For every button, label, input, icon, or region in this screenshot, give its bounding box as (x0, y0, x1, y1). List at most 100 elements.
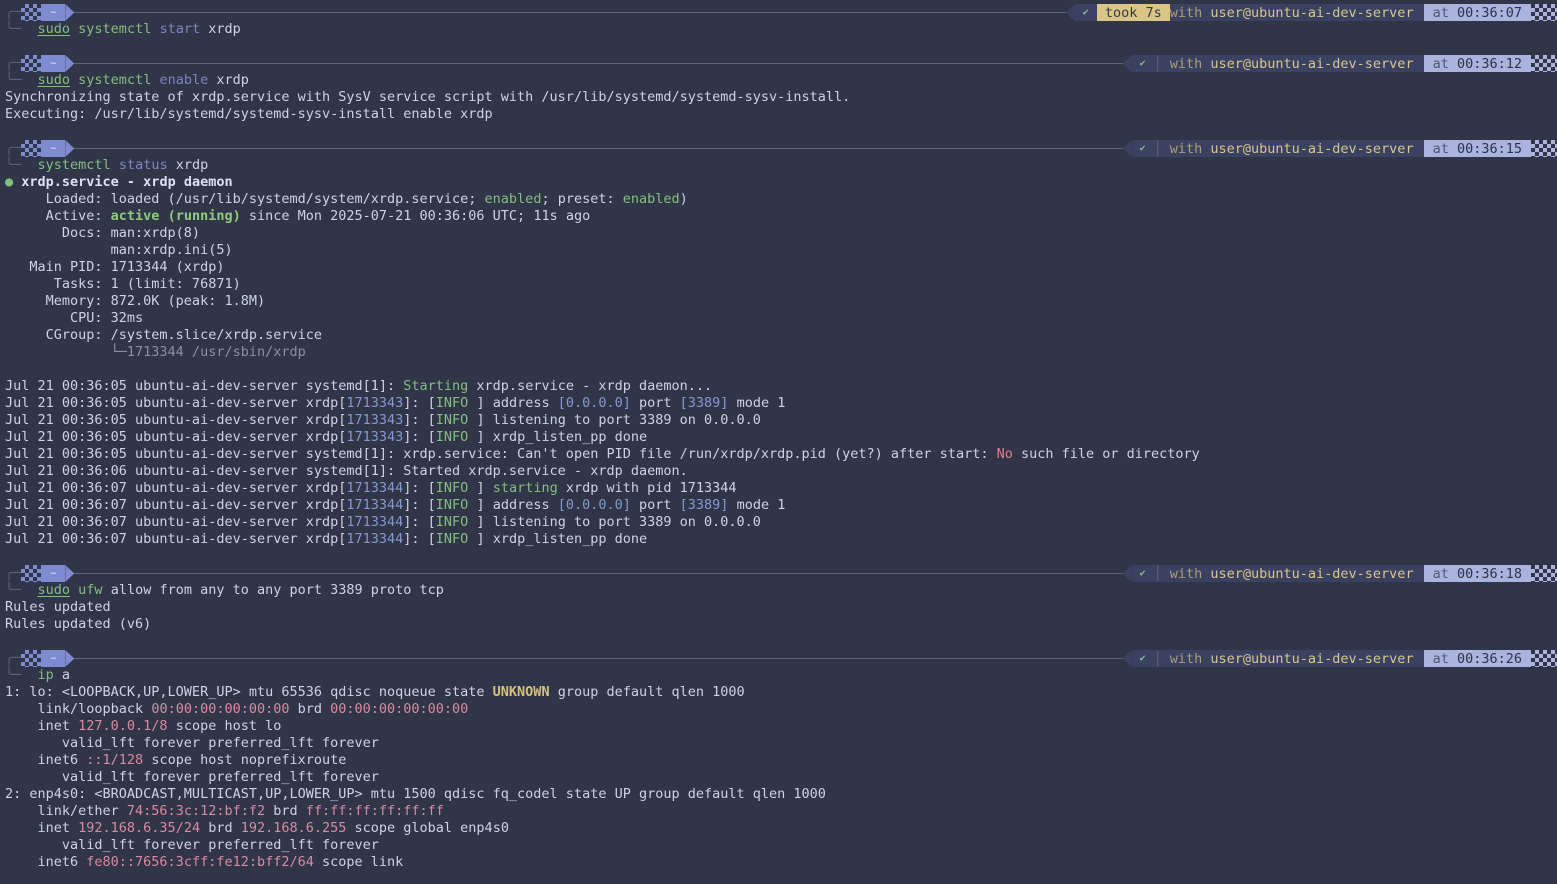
prompt-line: ╭─ ~ ✔took 7swith user@ubuntu-ai-dev-serve… (5, 4, 1557, 21)
command-segment: a (54, 667, 70, 683)
time-prefix-label: at (1433, 56, 1457, 72)
blank-line (5, 548, 1557, 565)
output-line: link/ether 74:56:3c:12:bf:f2 brd ff:ff:f… (5, 803, 1557, 820)
output-line: Memory: 872.0K (peak: 1.8M) (5, 293, 1557, 310)
cwd-segment[interactable]: ~ (41, 140, 65, 157)
prompt-frame-top: ╭─ (5, 650, 21, 667)
output-segment: Jul 21 00:36:06 ubuntu-ai-dev-server sys… (5, 463, 688, 479)
output-segment: Jul 21 00:36:05 ubuntu-ai-dev-server sys… (5, 378, 403, 394)
command-line[interactable]: ╰─ sudo systemctl enable xrdp (5, 72, 1557, 89)
prompt-frame-top: ╭─ (5, 4, 21, 21)
prompt-frame-bottom: ╰─ (5, 157, 38, 173)
user-host-label: user@ubuntu-ai-dev-server (1210, 5, 1413, 21)
output-segment: INFO (436, 480, 469, 496)
cwd-arrow-icon (65, 650, 74, 667)
user-host-label: user@ubuntu-ai-dev-server (1210, 141, 1413, 157)
prompt-frame-top: ╭─ (5, 140, 21, 157)
output-line: Jul 21 00:36:07 ubuntu-ai-dev-server xrd… (5, 514, 1557, 531)
context-label: with (1170, 651, 1211, 667)
output-segment: ]: [ (403, 412, 436, 428)
output-line: link/loopback 00:00:00:00:00:00 brd 00:0… (5, 701, 1557, 718)
output-segment: Jul 21 00:36:05 ubuntu-ai-dev-server xrd… (5, 412, 346, 428)
cwd-gradient (21, 650, 41, 667)
output-segment: ) (680, 191, 688, 207)
output-segment: ]: [ (403, 480, 436, 496)
cwd-segment[interactable]: ~ (41, 650, 65, 667)
context-label: with (1170, 5, 1211, 21)
user-host-label: user@ubuntu-ai-dev-server (1210, 56, 1413, 72)
output-segment: [3389] (680, 395, 729, 411)
output-line: Jul 21 00:36:05 ubuntu-ai-dev-server xrd… (5, 429, 1557, 446)
output-line: CPU: 32ms (5, 310, 1557, 327)
output-segment: ● (5, 174, 13, 190)
time-segment: at 00:36:18 (1424, 565, 1531, 582)
prompt-connector-line (74, 63, 1122, 64)
output-segment: ]: [ (403, 497, 436, 513)
time-segment: at 00:36:07 (1424, 4, 1531, 21)
prompt-frame-bottom: ╰─ (5, 582, 38, 598)
output-line: CGroup: /system.slice/xrdp.service (5, 327, 1557, 344)
command-line[interactable]: ╰─ sudo ufw allow from any to any port 3… (5, 582, 1557, 599)
output-line: inet6 ::1/128 scope host noprefixroute (5, 752, 1557, 769)
output-segment: inet6 (5, 752, 86, 768)
prompt-frame-top: ╭─ (5, 55, 21, 72)
output-line: Executing: /usr/lib/systemd/systemd-sysv… (5, 106, 1557, 123)
output-segment: ]: [ (403, 531, 436, 547)
output-segment: ] address (468, 395, 557, 411)
output-segment: ] (468, 480, 492, 496)
time-value: 00:36:12 (1457, 56, 1522, 72)
cwd-arrow-icon (65, 140, 74, 157)
output-segment: Docs: man:xrdp(8) (5, 225, 200, 241)
output-segment: mode 1 (728, 497, 785, 513)
output-segment: [0.0.0.0] (558, 497, 631, 513)
output-segment: Rules updated (5, 599, 111, 615)
output-line: Jul 21 00:36:07 ubuntu-ai-dev-server xrd… (5, 480, 1557, 497)
time-gradient (1531, 565, 1557, 582)
command-segment (70, 21, 78, 37)
output-segment: Jul 21 00:36:07 ubuntu-ai-dev-server xrd… (5, 514, 346, 530)
segment-separator: │ (1154, 651, 1170, 667)
output-line: 1: lo: <LOOPBACK,UP,LOWER_UP> mtu 65536 … (5, 684, 1557, 701)
output-segment: Jul 21 00:36:07 ubuntu-ai-dev-server xrd… (5, 497, 346, 513)
output-segment: Jul 21 00:36:05 ubuntu-ai-dev-server xrd… (5, 395, 346, 411)
cwd-segment[interactable]: ~ (41, 565, 65, 582)
output-segment: Jul 21 00:36:07 ubuntu-ai-dev-server xrd… (5, 480, 346, 496)
command-segment: systemctl (78, 21, 151, 37)
prompt-connector-line (74, 148, 1122, 149)
output-line: Rules updated (v6) (5, 616, 1557, 633)
output-segment: 1713344 (346, 497, 403, 513)
output-segment: Starting (403, 378, 468, 394)
output-line: Jul 21 00:36:06 ubuntu-ai-dev-server sys… (5, 463, 1557, 480)
output-segment: ff:ff:ff:ff:ff:ff (306, 803, 444, 819)
duration-badge: took 7s (1097, 4, 1170, 21)
output-segment: ] listening to port 3389 on 0.0.0.0 (468, 514, 761, 530)
output-segment: [0.0.0.0] (558, 395, 631, 411)
cwd-segment[interactable]: ~ (41, 4, 65, 21)
user-host-segment: │with user@ubuntu-ai-dev-server (1154, 140, 1424, 157)
status-segment: ✔ (1132, 140, 1154, 157)
output-line: valid_lft forever preferred_lft forever (5, 837, 1557, 854)
command-line[interactable]: ╰─ sudo systemctl start xrdp (5, 21, 1557, 38)
output-segment: group default qlen 1000 (550, 684, 745, 700)
output-line: Loaded: loaded (/usr/lib/systemd/system/… (5, 191, 1557, 208)
output-segment: ] xrdp_listen_pp done (468, 531, 647, 547)
terminal[interactable]: ╭─~✔took 7swith user@ubuntu-ai-dev-serve… (5, 4, 1557, 871)
user-host-segment: with user@ubuntu-ai-dev-server (1170, 4, 1424, 21)
output-line: Main PID: 1713344 (xrdp) (5, 259, 1557, 276)
output-segment: starting (493, 480, 558, 496)
command-line[interactable]: ╰─ systemctl status xrdp (5, 157, 1557, 174)
time-prefix-label: at (1433, 5, 1457, 21)
output-segment: CPU: 32ms (5, 310, 143, 326)
cwd-segment[interactable]: ~ (41, 55, 65, 72)
time-gradient (1531, 650, 1557, 667)
command-line[interactable]: ╰─ ip a (5, 667, 1557, 684)
prompt-line: ╭─~✔│with user@ubuntu-ai-dev-serverat 00… (5, 140, 1557, 157)
command-segment: ip (38, 667, 54, 683)
output-segment: 00:00:00:00:00:00 (151, 701, 289, 717)
status-segment: ✔ (1075, 4, 1097, 21)
output-segment: ] xrdp_listen_pp done (468, 429, 647, 445)
time-prefix-label: at (1433, 651, 1457, 667)
output-segment: Jul 21 00:36:05 ubuntu-ai-dev-server xrd… (5, 429, 346, 445)
output-line (5, 361, 1557, 378)
output-segment: active (running) (111, 208, 241, 224)
